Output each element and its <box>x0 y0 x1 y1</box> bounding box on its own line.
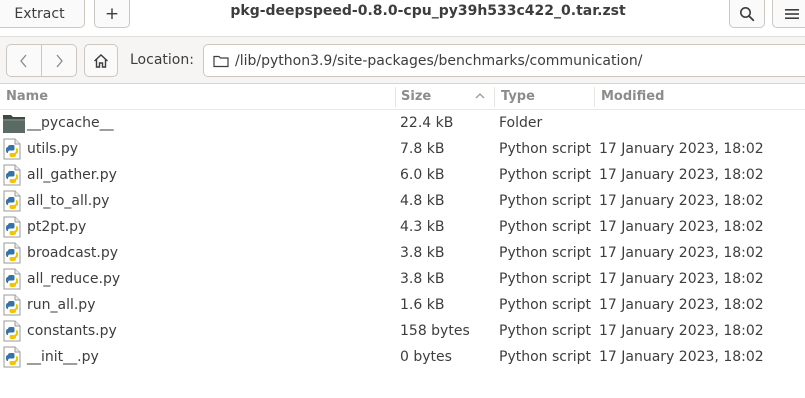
add-icon: + <box>104 3 120 24</box>
search-button[interactable] <box>729 0 765 28</box>
file-type: Python script <box>499 323 591 339</box>
column-type-header[interactable]: Type <box>501 89 535 104</box>
file-row[interactable]: all_gather.py 6.0 kB Python script 17 Janua… <box>0 162 805 188</box>
python-file-icon <box>2 320 22 346</box>
python-file-icon <box>2 164 22 190</box>
file-row[interactable]: __pycache__ 22.4 kB Folder <box>0 110 805 136</box>
file-size: 6.0 kB <box>400 167 445 183</box>
file-size: 158 bytes <box>400 323 470 339</box>
python-file-icon <box>2 242 22 268</box>
file-name: utils.py <box>27 141 79 157</box>
python-file-icon <box>2 294 22 320</box>
file-size: 7.8 kB <box>400 141 445 157</box>
file-modified: 17 January 2023, 18:02 <box>599 193 764 209</box>
file-row[interactable]: all_to_all.py 4.8 kB Python script 17 Janua… <box>0 188 805 214</box>
menu-icon <box>785 8 799 19</box>
add-button[interactable]: + <box>94 0 130 28</box>
folder-icon <box>213 54 229 68</box>
file-name: pt2pt.py <box>27 219 87 235</box>
file-modified: 17 January 2023, 18:02 <box>599 167 764 183</box>
file-name: __init__.py <box>27 349 99 365</box>
python-file-icon <box>2 216 22 242</box>
file-name: run_all.py <box>27 297 96 313</box>
file-list: __pycache__ 22.4 kB Folder utils.py 7.8 kB P… <box>0 110 805 370</box>
file-size: 3.8 kB <box>400 271 445 287</box>
file-type: Python script <box>499 167 591 183</box>
file-modified: 17 January 2023, 18:02 <box>599 349 764 365</box>
file-name: constants.py <box>27 323 117 339</box>
home-icon <box>94 53 108 68</box>
file-modified: 17 January 2023, 18:02 <box>599 271 764 287</box>
file-row[interactable]: broadcast.py 3.8 kB Python script 17 Januar… <box>0 240 805 266</box>
home-button[interactable] <box>84 44 118 77</box>
column-name-header[interactable]: Name <box>6 89 48 104</box>
header-bar: Extract + pkg-deepspeed-0.8.0-cpu_py39h5… <box>0 0 805 28</box>
file-row[interactable]: constants.py 158 bytes Python script 17 Jan… <box>0 318 805 344</box>
file-row[interactable]: utils.py 7.8 kB Python script 17 January 20… <box>0 136 805 162</box>
file-type: Python script <box>499 219 591 235</box>
file-type: Python script <box>499 297 591 313</box>
file-size: 3.8 kB <box>400 245 445 261</box>
column-headers: Name Size Type Modified <box>0 85 805 110</box>
back-button[interactable] <box>7 45 41 76</box>
location-toolbar: Location: /lib/python3.9/site-packages/b… <box>0 36 805 84</box>
file-modified: 17 January 2023, 18:02 <box>599 323 764 339</box>
menu-button[interactable] <box>772 0 805 28</box>
file-type: Python script <box>499 245 591 261</box>
file-size: 0 bytes <box>400 349 452 365</box>
sort-ascending-icon <box>475 93 485 99</box>
python-file-icon <box>2 190 22 216</box>
file-row[interactable]: all_reduce.py 3.8 kB Python script 17 Janua… <box>0 266 805 292</box>
folder-icon <box>2 112 26 138</box>
file-size: 4.3 kB <box>400 219 445 235</box>
file-type: Folder <box>499 115 543 131</box>
file-type: Python script <box>499 193 591 209</box>
file-size: 4.8 kB <box>400 193 445 209</box>
file-name: all_reduce.py <box>27 271 121 287</box>
file-modified: 17 January 2023, 18:02 <box>599 245 764 261</box>
file-name: all_to_all.py <box>27 193 110 209</box>
python-file-icon <box>2 268 22 294</box>
location-field[interactable]: /lib/python3.9/site-packages/benchmarks/… <box>203 44 805 77</box>
file-type: Python script <box>499 141 591 157</box>
column-size-header[interactable]: Size <box>401 89 431 104</box>
column-divider <box>395 87 396 107</box>
chevron-left-icon <box>20 54 27 67</box>
location-path: /lib/python3.9/site-packages/benchmarks/… <box>235 52 643 69</box>
search-icon <box>740 6 755 21</box>
file-name: __pycache__ <box>27 115 114 131</box>
forward-button[interactable] <box>41 45 76 76</box>
python-file-icon <box>2 346 22 372</box>
extract-button[interactable]: Extract <box>0 0 85 28</box>
column-divider <box>494 87 495 107</box>
file-name: all_gather.py <box>27 167 117 183</box>
file-size: 22.4 kB <box>400 115 454 131</box>
file-modified: 17 January 2023, 18:02 <box>599 141 764 157</box>
python-file-icon <box>2 138 22 164</box>
column-modified-header[interactable]: Modified <box>601 89 664 104</box>
file-name: broadcast.py <box>27 245 119 261</box>
location-label: Location: <box>130 52 194 68</box>
file-modified: 17 January 2023, 18:02 <box>599 219 764 235</box>
chevron-right-icon <box>56 54 63 67</box>
navigation-buttons <box>6 44 77 77</box>
file-row[interactable]: run_all.py 1.6 kB Python script 17 January … <box>0 292 805 318</box>
file-row[interactable]: pt2pt.py 4.3 kB Python script 17 January 20… <box>0 214 805 240</box>
file-type: Python script <box>499 271 591 287</box>
file-row[interactable]: __init__.py 0 bytes Python script 17 Januar… <box>0 344 805 370</box>
file-type: Python script <box>499 349 591 365</box>
window-title: pkg-deepspeed-0.8.0-cpu_py39h533c422_0.t… <box>230 3 626 19</box>
file-modified: 17 January 2023, 18:02 <box>599 297 764 313</box>
file-size: 1.6 kB <box>400 297 445 313</box>
extract-button-label: Extract <box>14 5 65 22</box>
column-divider <box>594 87 595 107</box>
